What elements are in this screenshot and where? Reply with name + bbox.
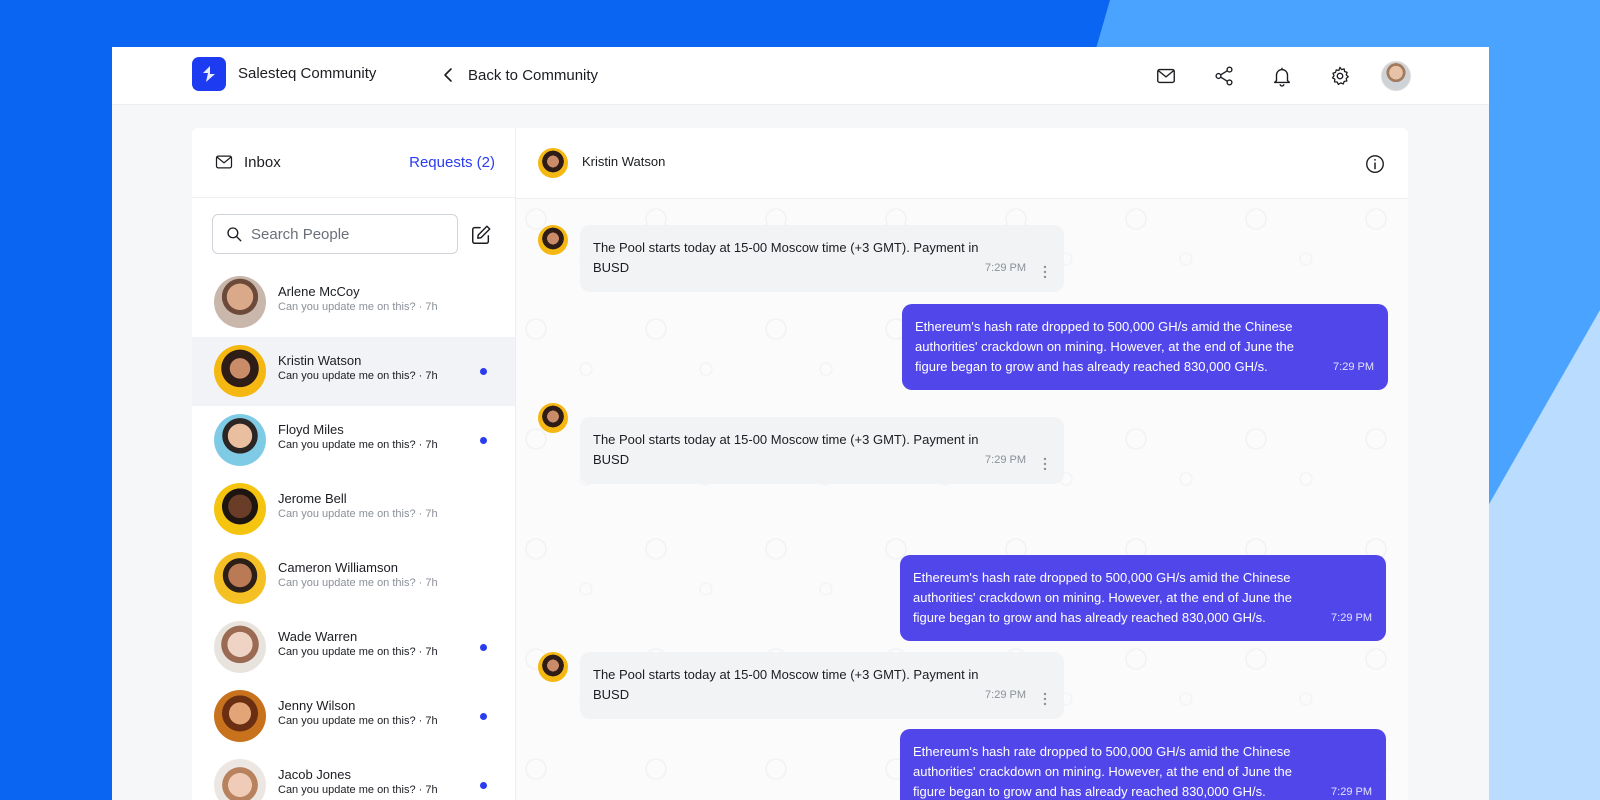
- mail-icon: [1157, 68, 1175, 84]
- search-icon: [227, 227, 242, 242]
- unread-dot: [480, 437, 487, 444]
- logo-icon: [203, 66, 215, 82]
- avatar: [214, 621, 266, 673]
- header-actions: [1137, 60, 1411, 92]
- message-time: 7:29 PM: [985, 454, 1026, 466]
- bell-icon: [1273, 67, 1291, 87]
- message-time: 7:29 PM: [1333, 361, 1374, 373]
- message-text: Ethereum's hash rate dropped to 500,000 …: [913, 570, 1292, 625]
- message-text: Ethereum's hash rate dropped to 500,000 …: [915, 319, 1294, 374]
- contact-item[interactable]: Floyd Miles Can you update me on this? ·…: [192, 406, 515, 475]
- outgoing-message: Ethereum's hash rate dropped to 500,000 …: [900, 729, 1386, 800]
- gear-icon: [1331, 66, 1349, 86]
- contact-preview: Can you update me on this? · 7h: [278, 439, 438, 451]
- contact-name: Jerome Bell: [278, 491, 347, 506]
- message-text: The Pool starts today at 15-00 Moscow ti…: [593, 240, 979, 275]
- contact-preview: Can you update me on this? · 7h: [278, 784, 438, 796]
- contact-item[interactable]: Arlene McCoy Can you update me on this? …: [192, 268, 515, 337]
- message-text: The Pool starts today at 15-00 Moscow ti…: [593, 667, 979, 702]
- unread-dot: [480, 782, 487, 789]
- contact-preview: Can you update me on this? · 7h: [278, 508, 438, 520]
- contact-preview: Can you update me on this? · 7h: [278, 646, 438, 658]
- search-input[interactable]: [251, 225, 441, 243]
- message-time: 7:29 PM: [1331, 612, 1372, 624]
- share-button[interactable]: [1195, 60, 1253, 92]
- share-icon: [1215, 66, 1233, 86]
- more-vertical-icon[interactable]: [1040, 692, 1050, 706]
- app-name: Salesteq Community: [238, 65, 377, 82]
- contact-list: Arlene McCoy Can you update me on this? …: [192, 268, 515, 800]
- outgoing-message: Ethereum's hash rate dropped to 500,000 …: [902, 304, 1388, 390]
- inbox-header: Inbox Requests (2): [192, 128, 515, 198]
- info-icon[interactable]: [1364, 153, 1386, 175]
- more-vertical-icon[interactable]: [1040, 457, 1050, 471]
- outgoing-message: Ethereum's hash rate dropped to 500,000 …: [900, 555, 1386, 641]
- notifications-button[interactable]: [1253, 60, 1311, 92]
- avatar: [214, 414, 266, 466]
- contact-name: Kristin Watson: [278, 353, 362, 368]
- app-window: Salesteq Community Back to Community Inb…: [112, 47, 1489, 800]
- back-label: Back to Community: [468, 66, 599, 84]
- contact-item[interactable]: Jerome Bell Can you update me on this? ·…: [192, 475, 515, 544]
- contact-preview: Can you update me on this? · 7h: [278, 301, 438, 313]
- user-avatar[interactable]: [1381, 61, 1411, 91]
- logo[interactable]: [192, 57, 226, 91]
- contact-name: Cameron Williamson: [278, 560, 398, 575]
- avatar[interactable]: [538, 148, 568, 178]
- more-vertical-icon[interactable]: [1040, 265, 1050, 279]
- unread-dot: [480, 368, 487, 375]
- messages-button[interactable]: [1137, 60, 1195, 92]
- contact-name: Jacob Jones: [278, 767, 351, 782]
- conversation-contact-name: Kristin Watson: [582, 154, 666, 169]
- message-text: The Pool starts today at 15-00 Moscow ti…: [593, 432, 979, 467]
- contact-preview: Can you update me on this? · 7h: [278, 715, 438, 727]
- contact-preview: Can you update me on this? · 7h: [278, 577, 438, 589]
- contact-item[interactable]: Cameron Williamson Can you update me on …: [192, 544, 515, 613]
- avatar: [538, 225, 568, 255]
- contact-name: Wade Warren: [278, 629, 358, 644]
- contact-item[interactable]: Wade Warren Can you update me on this? ·…: [192, 613, 515, 682]
- avatar: [538, 403, 568, 433]
- mail-icon: [215, 155, 233, 169]
- incoming-message: The Pool starts today at 15-00 Moscow ti…: [580, 417, 1064, 484]
- message-time: 7:29 PM: [985, 689, 1026, 701]
- inbox-sidebar: Inbox Requests (2) Arlene McCoy: [192, 128, 516, 800]
- compose-icon[interactable]: [470, 224, 492, 246]
- avatar: [214, 690, 266, 742]
- conversation: Kristin Watson The Pool starts today at …: [516, 128, 1408, 800]
- back-to-community-button[interactable]: Back to Community: [442, 61, 598, 89]
- message-time: 7:29 PM: [985, 262, 1026, 274]
- conversation-header: Kristin Watson: [516, 128, 1408, 199]
- message-thread: The Pool starts today at 15-00 Moscow ti…: [516, 199, 1408, 800]
- contact-name: Arlene McCoy: [278, 284, 360, 299]
- contact-name: Jenny Wilson: [278, 698, 356, 713]
- requests-link[interactable]: Requests (2): [409, 154, 495, 171]
- incoming-message: The Pool starts today at 15-00 Moscow ti…: [580, 225, 1064, 292]
- inbox-label: Inbox: [244, 153, 281, 171]
- avatar: [214, 345, 266, 397]
- unread-dot: [480, 713, 487, 720]
- contact-name: Floyd Miles: [278, 422, 344, 437]
- avatar: [538, 652, 568, 682]
- avatar: [214, 552, 266, 604]
- contact-item[interactable]: Jacob Jones Can you update me on this? ·…: [192, 751, 515, 800]
- avatar: [214, 759, 266, 800]
- settings-button[interactable]: [1311, 60, 1369, 92]
- chevron-left-icon: [444, 68, 452, 82]
- message-text: Ethereum's hash rate dropped to 500,000 …: [913, 744, 1292, 799]
- contact-preview: Can you update me on this? · 7h: [278, 370, 438, 382]
- top-bar: Salesteq Community Back to Community: [112, 47, 1489, 105]
- contact-item[interactable]: Kristin Watson Can you update me on this…: [192, 337, 515, 406]
- avatar: [214, 276, 266, 328]
- unread-dot: [480, 644, 487, 651]
- incoming-message: The Pool starts today at 15-00 Moscow ti…: [580, 652, 1064, 719]
- messenger-panel: Inbox Requests (2) Arlene McCoy: [192, 128, 1408, 800]
- inbox-title: Inbox: [214, 152, 281, 172]
- contact-item[interactable]: Jenny Wilson Can you update me on this? …: [192, 682, 515, 751]
- message-time: 7:29 PM: [1331, 786, 1372, 798]
- avatar: [214, 483, 266, 535]
- search-box[interactable]: [212, 214, 458, 254]
